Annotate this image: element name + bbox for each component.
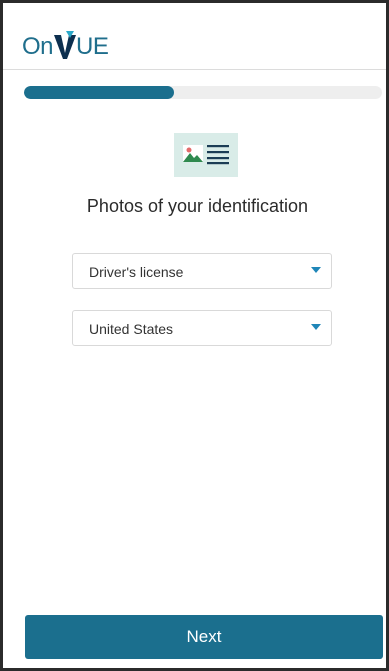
country-select[interactable]: United States (72, 310, 332, 346)
next-button[interactable]: Next (25, 615, 383, 659)
onvue-logo: On UE (22, 25, 109, 60)
chevron-down-icon (311, 267, 321, 273)
id-photo-icon (174, 133, 238, 177)
id-type-select-value: Driver's license (89, 264, 184, 280)
logo-text-suffix: UE (76, 33, 109, 60)
logo-v-icon (54, 31, 77, 59)
progress-bar (24, 86, 382, 99)
chevron-down-icon (311, 324, 321, 330)
app-frame: On UE Photos of your identification Driv… (0, 0, 389, 671)
page-title: Photos of your identification (86, 196, 309, 216)
id-type-select[interactable]: Driver's license (72, 253, 332, 289)
logo-text-prefix: On (22, 33, 54, 60)
header: On UE (3, 3, 386, 70)
progress-bar-fill (24, 86, 175, 99)
country-select-value: United States (89, 321, 174, 337)
